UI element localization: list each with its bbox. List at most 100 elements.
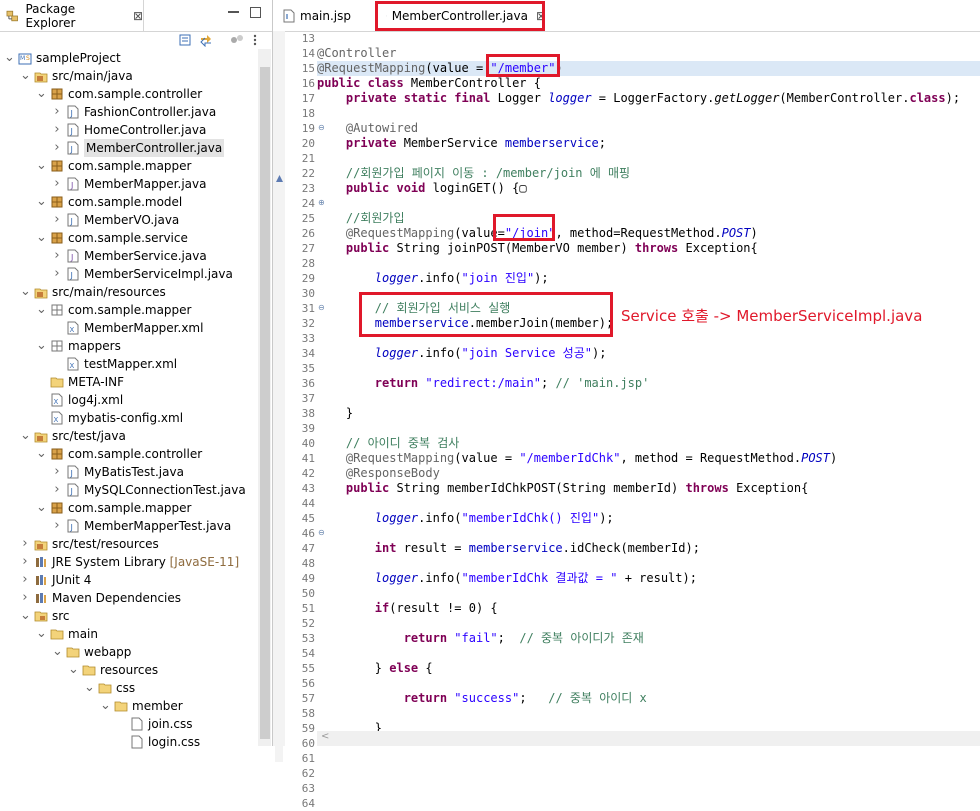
chevron-right-icon[interactable]: › [52,265,62,283]
chevron-down-icon[interactable]: ⌄ [36,157,47,175]
tree-item-label: resources [100,663,159,677]
tree-item[interactable]: › J MemberVO.java [0,211,258,229]
tree-item[interactable]: › J FashionController.java [0,103,258,121]
package-explorer-tab[interactable]: Package Explorer ⊠ [0,0,144,31]
tree-item[interactable]: › J MemberMapperTest.java [0,517,258,535]
line-number: 24 [301,197,315,210]
chevron-down-icon[interactable]: ⌄ [36,625,47,643]
tree-item[interactable]: ⌄ main [0,625,258,643]
tree-item[interactable]: ⌄ css [0,679,258,697]
horizontal-scrollbar[interactable]: < [317,731,980,746]
chevron-down-icon[interactable]: ⌄ [36,499,47,517]
chevron-down-icon[interactable]: ⌄ [36,337,47,355]
chevron-down-icon[interactable]: ⌄ [20,607,31,625]
tree-item[interactable]: › JRE System Library [JavaSE-11] [0,553,258,571]
tree-item[interactable]: META-INF [0,373,258,391]
tree-item[interactable]: join.css [0,715,258,733]
chevron-right-icon[interactable]: › [52,247,62,265]
chevron-down-icon[interactable]: ⌄ [68,661,79,679]
tree-item[interactable]: ⌄ src/main/java [0,67,258,85]
line-number: 54 [301,647,315,660]
tree-item[interactable]: ⌄ com.sample.model [0,193,258,211]
chevron-right-icon[interactable]: › [52,463,62,481]
tree-item[interactable]: ⌄ src [0,607,258,625]
chevron-down-icon[interactable]: ⌄ [52,643,63,661]
chevron-down-icon[interactable]: ⌄ [36,229,47,247]
chevron-right-icon[interactable]: › [20,553,30,571]
more-options-icon[interactable] [248,33,262,47]
chevron-right-icon[interactable]: › [20,535,30,553]
tree-item[interactable]: › J MySQLConnectionTest.java [0,481,258,499]
code-line-57: return "success"; // 중복 아이디 x [403,691,647,705]
scroll-left-icon[interactable]: < [321,731,329,742]
tree-item[interactable]: login.css [0,733,258,751]
tree-item[interactable]: › J MemberServiceImpl.java [0,265,258,283]
tree-item[interactable]: X MemberMapper.xml [0,319,258,337]
minimize-icon[interactable] [228,8,239,13]
chevron-right-icon[interactable]: › [52,139,62,157]
tree-item[interactable]: › J MemberService.java [0,247,258,265]
chevron-down-icon[interactable]: ⌄ [100,697,111,715]
chevron-down-icon[interactable]: ⌄ [36,85,47,103]
tree-item[interactable]: ⌄ com.sample.mapper [0,499,258,517]
tree-item[interactable]: › JUnit 4 [0,571,258,589]
maximize-icon[interactable] [250,7,261,18]
code-editor[interactable]: @Controller @RequestMapping(value = "/me… [317,31,980,735]
chevron-right-icon[interactable]: › [52,175,62,193]
tree-item-label: MemberService.java [84,249,207,263]
tree-item[interactable]: ⌄ com.sample.mapper [0,157,258,175]
scrollbar-thumb[interactable] [260,67,270,739]
chevron-right-icon[interactable]: › [20,589,30,607]
chevron-right-icon[interactable]: › [52,121,62,139]
tree-item[interactable]: ⌄ mappers [0,337,258,355]
code-line-41: @RequestMapping(value = "/memberIdChk", … [317,451,838,465]
chevron-right-icon[interactable]: › [52,103,62,121]
chevron-down-icon[interactable]: ⌄ [4,49,15,67]
tree-item[interactable]: › J MyBatisTest.java [0,463,258,481]
tree-item[interactable]: Xmybatis-config.xml [0,409,258,427]
vertical-scrollbar[interactable] [258,49,271,746]
tree-item[interactable]: ⌄ src/main/resources [0,283,258,301]
chevron-right-icon[interactable]: › [52,517,62,535]
tree-item[interactable]: › J HomeController.java [0,121,258,139]
chevron-right-icon[interactable]: › [20,571,30,589]
tree-item[interactable]: › src/test/resources [0,535,258,553]
link-with-editor-icon[interactable] [199,33,213,47]
tree-item[interactable]: ⌄ com.sample.service [0,229,258,247]
tree-item[interactable]: ⌄ member [0,697,258,715]
code-line-55: } else { [317,661,433,675]
chevron-down-icon[interactable]: ⌄ [20,283,31,301]
tree-item[interactable]: ⌄ src/test/java [0,427,258,445]
folded-code-icon[interactable]: ▢ [519,181,526,195]
collapse-all-icon[interactable] [178,33,192,47]
svg-text:J: J [70,127,73,136]
chevron-down-icon[interactable]: ⌄ [20,427,31,445]
tree-item-label: testMapper.xml [84,357,178,371]
line-number-ruler: 13 14 15 16 17 18 19 ⊖ 20 21 22 23 24 ⊕ 25 26 27 28 29 30 31… [285,31,325,810]
chevron-down-icon[interactable]: ⌄ [36,445,47,463]
tree-item[interactable]: › J MemberController.java [0,139,258,157]
chevron-down-icon[interactable]: ⌄ [20,67,31,85]
tree-item[interactable]: › Maven Dependencies [0,589,258,607]
tree-item[interactable]: ⌄ com.sample.controller [0,445,258,463]
tree-item[interactable]: ⌄ com.sample.mapper [0,301,258,319]
chevron-down-icon[interactable]: ⌄ [84,679,95,697]
tree-item[interactable]: ⌄ webapp [0,643,258,661]
tree-item[interactable]: XtestMapper.xml [0,355,258,373]
tab-main-jsp[interactable]: main.jsp [273,0,368,31]
chevron-down-icon[interactable]: ⌄ [36,301,47,319]
svg-text:J: J [70,523,73,532]
view-menu-icon[interactable] [230,33,244,47]
tree-item[interactable]: Xlog4j.xml [0,391,258,409]
code-line-14: @Controller [317,46,397,60]
tree-item[interactable]: › J MemberMapper.java [0,175,258,193]
chevron-right-icon[interactable]: › [52,481,62,499]
line-number: 42 [301,467,315,480]
tree-item[interactable]: ⌄ M SsampleProject [0,49,258,67]
chevron-right-icon[interactable]: › [52,211,62,229]
tree-item[interactable]: ⌄ com.sample.controller [0,85,258,103]
close-icon[interactable]: ⊠ [133,9,143,23]
tree-item[interactable]: ⌄ resources [0,661,258,679]
annotation-text: Service 호출 -> MemberServiceImpl.java [621,307,923,325]
chevron-down-icon[interactable]: ⌄ [36,193,47,211]
